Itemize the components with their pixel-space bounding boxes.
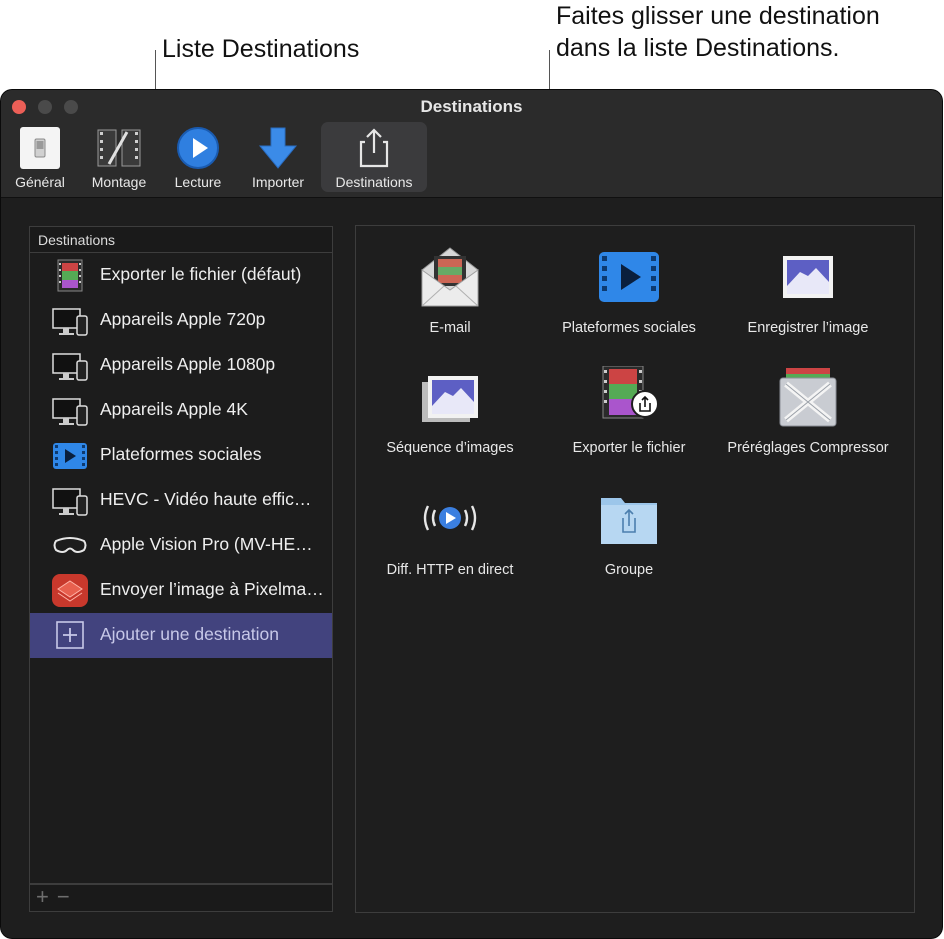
compressor-icon xyxy=(779,368,837,427)
tab-general[interactable]: Général xyxy=(7,122,73,192)
destinations-list-footer: + − xyxy=(29,884,333,912)
tile-label: Diff. HTTP en direct xyxy=(386,562,514,578)
tile-compressor-presets[interactable]: Préréglages Compressor xyxy=(718,366,898,482)
list-item-export-file[interactable]: Exporter le fichier (défaut) xyxy=(30,253,332,298)
list-item-apple-4k[interactable]: Appareils Apple 4K xyxy=(30,388,332,433)
tab-editing[interactable]: Montage xyxy=(83,122,155,192)
list-item-label: Apple Vision Pro (MV-HE… xyxy=(100,534,313,554)
tab-general-label: Général xyxy=(15,174,65,190)
tile-label: Groupe xyxy=(604,562,654,578)
callout-destinations-list: Liste Destinations xyxy=(162,35,360,63)
share-icon xyxy=(359,128,389,168)
list-item-social-platforms[interactable]: Plateformes sociales xyxy=(30,433,332,478)
export-file-icon xyxy=(57,259,83,292)
callout-drag-destination: Faites glisser une destination dans la l… xyxy=(556,0,880,64)
destinations-list-header: Destinations xyxy=(29,226,333,253)
download-arrow-icon xyxy=(258,127,298,169)
list-item-label: Appareils Apple 4K xyxy=(100,399,248,419)
general-switch-icon xyxy=(20,127,60,169)
add-destination-button[interactable]: + xyxy=(36,884,49,909)
tile-http-live[interactable]: Diff. HTTP en direct xyxy=(360,488,540,604)
social-platforms-icon xyxy=(53,443,87,469)
vision-pro-icon xyxy=(53,537,87,553)
apple-devices-icon xyxy=(52,488,88,516)
list-item-label: Ajouter une destination xyxy=(100,624,280,644)
image-sequence-icon xyxy=(422,376,478,422)
window-title: Destinations xyxy=(420,97,523,116)
list-item-label: Appareils Apple 720p xyxy=(100,309,266,329)
tile-label: Enregistrer l’image xyxy=(747,320,869,336)
list-item-add-destination[interactable]: Ajouter une destination xyxy=(30,613,332,658)
list-item-pixelmator[interactable]: Envoyer l’image à Pixelma… xyxy=(30,568,332,613)
list-item-label: Envoyer l’image à Pixelma… xyxy=(100,579,324,599)
tile-label: Plateformes sociales xyxy=(562,320,696,336)
group-folder-icon xyxy=(601,498,657,544)
add-destination-icon xyxy=(56,621,84,649)
email-envelope-icon xyxy=(421,247,479,307)
tab-destinations-label: Destinations xyxy=(335,174,413,190)
save-image-icon xyxy=(783,256,833,298)
tile-save-image[interactable]: Enregistrer l’image xyxy=(718,246,898,362)
tile-email[interactable]: E-mail xyxy=(360,246,540,362)
tab-import-label: Importer xyxy=(251,174,305,190)
callout-line-2: dans la liste Destinations. xyxy=(556,34,840,62)
list-item-label: Exporter le fichier (défaut) xyxy=(100,264,302,284)
tile-image-sequence[interactable]: Séquence d’images xyxy=(360,366,540,482)
tile-label: Exporter le fichier xyxy=(572,440,686,456)
film-edit-icon xyxy=(97,129,141,167)
export-file-icon xyxy=(602,366,659,419)
destinations-window: Destinations Général Montage Lecture Imp… xyxy=(1,90,942,938)
tab-import[interactable]: Importer xyxy=(241,122,315,192)
callout-line-1: Faites glisser une destination xyxy=(556,2,880,30)
list-item-label: HEVC - Vidéo haute effic… xyxy=(100,489,312,509)
tab-editing-label: Montage xyxy=(91,174,147,190)
list-item-apple-720p[interactable]: Appareils Apple 720p xyxy=(30,298,332,343)
tile-export-file[interactable]: Exporter le fichier xyxy=(539,366,719,482)
http-live-icon xyxy=(423,505,477,531)
apple-devices-icon xyxy=(52,353,88,381)
list-item-apple-1080p[interactable]: Appareils Apple 1080p xyxy=(30,343,332,388)
destinations-list: Exporter le fichier (défaut) Appareils A… xyxy=(29,253,333,884)
list-item-label: Plateformes sociales xyxy=(100,444,262,464)
remove-destination-button[interactable]: − xyxy=(57,884,70,909)
social-platforms-icon xyxy=(599,252,659,302)
tile-group[interactable]: Groupe xyxy=(539,488,719,604)
tile-label: Préréglages Compressor xyxy=(727,440,889,456)
tile-label: Séquence d’images xyxy=(386,440,514,456)
titlebar-toolbar: Destinations Général Montage Lecture Imp… xyxy=(1,90,942,198)
pixelmator-icon xyxy=(52,574,88,607)
tab-playback-label: Lecture xyxy=(174,174,222,190)
list-item-label: Appareils Apple 1080p xyxy=(100,354,276,374)
destination-templates-panel: E-mail Plateformes sociales Enregistrer … xyxy=(355,225,915,913)
list-item-vision-pro[interactable]: Apple Vision Pro (MV-HE… xyxy=(30,523,332,568)
tab-destinations[interactable]: Destinations xyxy=(321,122,427,192)
list-item-hevc[interactable]: HEVC - Vidéo haute effic… xyxy=(30,478,332,523)
tile-social-platforms[interactable]: Plateformes sociales xyxy=(539,246,719,362)
apple-devices-icon xyxy=(52,398,88,426)
tile-label: E-mail xyxy=(429,320,471,336)
play-icon xyxy=(177,127,219,169)
tab-playback[interactable]: Lecture xyxy=(165,122,231,192)
apple-devices-icon xyxy=(52,308,88,336)
